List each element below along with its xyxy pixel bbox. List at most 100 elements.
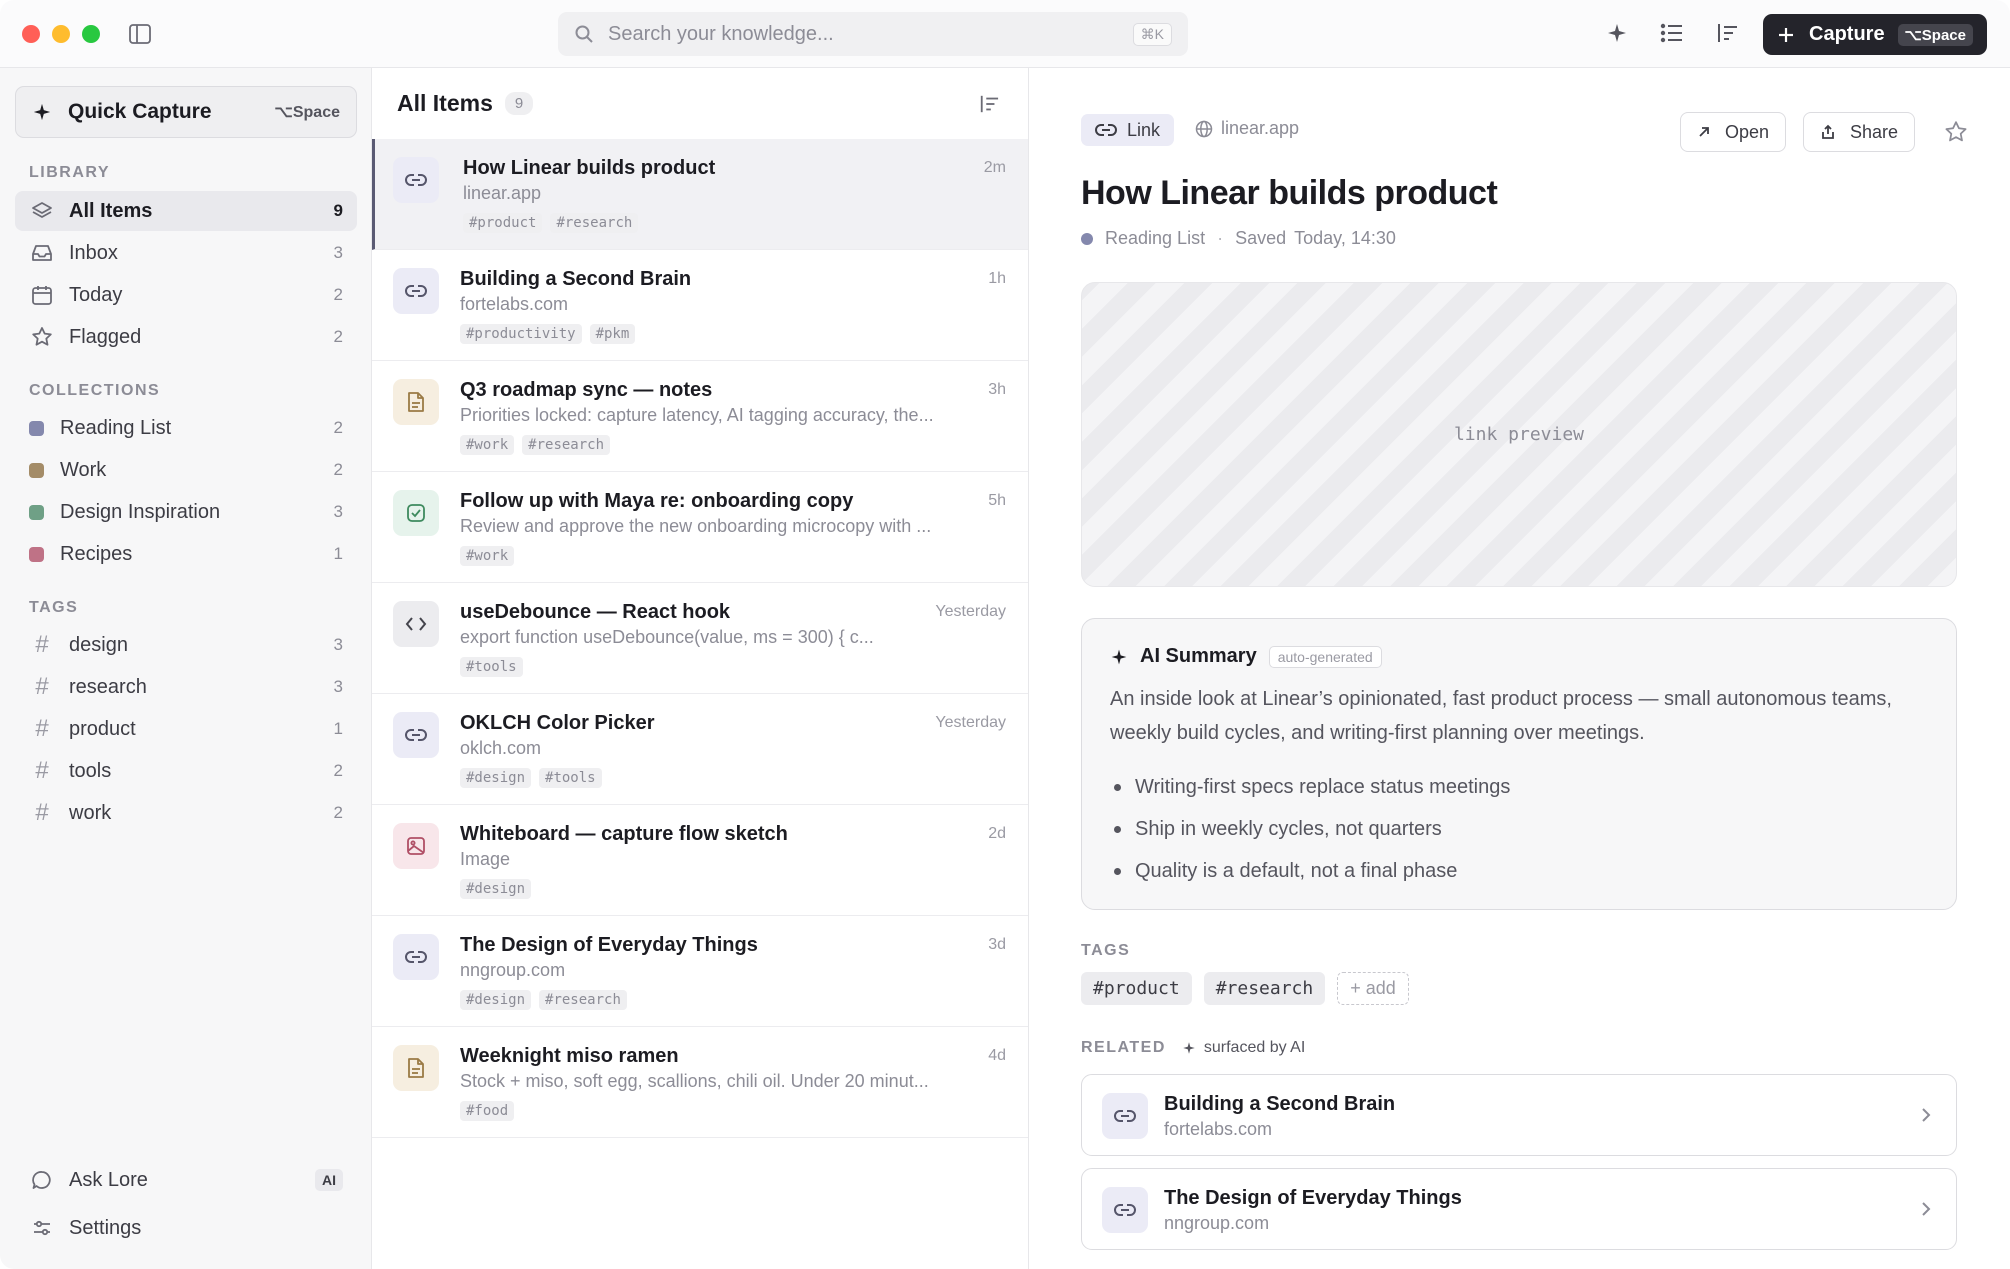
tag-chip: #work [460,546,515,566]
ai-summary-bullet: Ship in weekly cycles, not quarters [1110,808,1928,850]
share-label: Share [1850,121,1899,142]
sidebar-tag-work[interactable]: # work 2 [15,793,357,833]
ai-summary-bullets: Writing-first specs replace status meeti… [1110,766,1928,892]
list-item[interactable]: Weeknight miso ramen Stock + miso, soft e… [372,1027,1028,1138]
link-icon [1102,1187,1148,1233]
auto-generated-badge: auto-generated [1268,645,1382,668]
ask-lore-label: Ask Lore [69,1168,148,1191]
quick-capture-button[interactable]: Quick Capture ⌥Space [15,86,357,138]
ai-summary-bullet: Quality is a default, not a final phase [1110,850,1928,892]
related-item-subtitle: nngroup.com [1164,1213,1270,1233]
list-item[interactable]: Whiteboard — capture flow sketch Image 2d #… [372,805,1028,916]
sidebar-tag-product[interactable]: # product 1 [15,709,357,749]
list-item[interactable]: OKLCH Color Picker oklch.com Yesterday #des… [372,694,1028,805]
sort-icon[interactable] [978,94,1000,114]
item-collection[interactable]: Reading List [1105,228,1205,249]
list-item[interactable]: Building a Second Brain fortelabs.com 1h #p… [372,250,1028,361]
sidebar-item-count: 1 [333,719,343,738]
sidebar-item-today[interactable]: Today 2 [15,275,357,315]
list-item-tags: #food [460,1101,515,1121]
list-item-tags: #design #tools [460,768,602,788]
link-icon [393,268,439,314]
list-item-time: 2d [988,825,1006,842]
item-meta: Reading List · Saved Today, 14:30 [1081,228,1396,249]
list-item[interactable]: Follow up with Maya re: onboarding copy R… [372,472,1028,583]
sidebar-tag-research[interactable]: # research 3 [15,667,357,707]
zoom-window-button[interactable] [82,25,100,43]
item-type-label: Link [1127,119,1161,140]
add-tag-button[interactable]: + add [1337,972,1409,1005]
capture-button[interactable]: Capture ⌥Space [1763,14,1987,55]
sidebar-item-all-items[interactable]: All Items 9 [15,191,357,231]
search-input[interactable]: Search your knowledge... [608,23,1133,46]
share-button[interactable]: Share [1803,112,1916,152]
sidebar-item-count: 2 [333,761,343,780]
tag-chip: #pkm [589,324,636,344]
open-button[interactable]: Open [1680,112,1787,152]
link-icon [393,934,439,980]
app-window: Search your knowledge... ⌘K Capture ⌥Spa… [0,0,2010,1269]
tag-chip[interactable]: #product [1081,972,1192,1005]
sort-icon[interactable] [1715,22,1739,44]
sidebar-item-label: product [69,717,136,740]
hash-icon: # [35,715,49,742]
calendar-icon [29,284,55,306]
link-icon [1102,1093,1148,1139]
settings-button[interactable]: Settings [15,1208,357,1248]
list-view-icon[interactable] [1660,22,1684,44]
plus-icon [1777,26,1795,44]
sidebar-item-recipes[interactable]: Recipes 1 [15,534,357,574]
tag-chip: #product [463,213,543,233]
list-item-title: Whiteboard — capture flow sketch [460,823,788,845]
list-item[interactable]: Q3 roadmap sync — notes Priorities locked… [372,361,1028,472]
item-source[interactable]: linear.app [1195,118,1299,139]
item-type-badge: Link [1081,114,1175,146]
sidebar-item-count: 3 [333,677,343,696]
sidebar-item-design-inspiration[interactable]: Design Inspiration 3 [15,492,357,532]
minimize-window-button[interactable] [52,25,70,43]
sparkle-icon[interactable] [1606,22,1628,44]
collection-color-dot [29,504,44,520]
detail-tags: #product #research + add [1081,972,1409,1005]
list-item-tags: #work [460,546,515,566]
list-header: All Items 9 [397,90,534,117]
search-bar[interactable]: Search your knowledge... ⌘K [558,12,1188,56]
share-icon [1820,124,1836,140]
sidebar-tag-tools[interactable]: # tools 2 [15,751,357,791]
sidebar-item-reading-list[interactable]: Reading List 2 [15,408,357,448]
sidebar-item-flagged[interactable]: Flagged 2 [15,317,357,357]
sidebar-item-inbox[interactable]: Inbox 3 [15,233,357,273]
chevron-right-icon [1920,1199,1932,1219]
ask-lore-button[interactable]: Ask Lore AI [15,1160,357,1200]
list-item[interactable]: How Linear builds product linear.app 2m #pr… [372,139,1028,250]
list-item-time: 1h [988,270,1006,287]
ai-summary-heading: AI Summary [1140,645,1257,667]
close-window-button[interactable] [22,25,40,43]
sidebar-item-count: 2 [333,418,343,437]
sidebar-toggle-icon[interactable] [128,23,152,45]
related-item[interactable]: The Design of Everyday Things nngroup.co… [1081,1168,1957,1250]
list-item-time: 3h [988,381,1006,398]
related-item[interactable]: Building a Second Brain fortelabs.com [1081,1074,1957,1156]
list-item-time: 3d [988,936,1006,953]
link-preview[interactable]: link preview [1081,282,1957,587]
sidebar-item-count: 2 [333,327,343,346]
tag-chip: #tools [539,768,602,788]
collections-section-label: COLLECTIONS [29,382,161,399]
related-label: RELATED [1081,1039,1166,1056]
sidebar-tag-design[interactable]: # design 3 [15,625,357,665]
tag-chip[interactable]: #research [1203,972,1326,1005]
checkbox-icon [393,490,439,536]
sidebar-item-label: Today [69,283,123,306]
list-item[interactable]: The Design of Everyday Things nngroup.com… [372,916,1028,1027]
list-item-subtitle: export function useDebounce(value, ms = … [460,627,874,647]
list-item[interactable]: useDebounce — React hook export function … [372,583,1028,694]
list-item-title: Building a Second Brain [460,268,692,290]
ai-summary-header: AI Summary auto-generated [1110,645,1928,668]
sparkle-icon [1110,648,1128,666]
hash-icon: # [35,673,49,700]
link-preview-label: link preview [1453,424,1585,445]
star-icon[interactable] [1944,120,1968,144]
star-icon [29,326,55,348]
sidebar-item-work[interactable]: Work 2 [15,450,357,490]
